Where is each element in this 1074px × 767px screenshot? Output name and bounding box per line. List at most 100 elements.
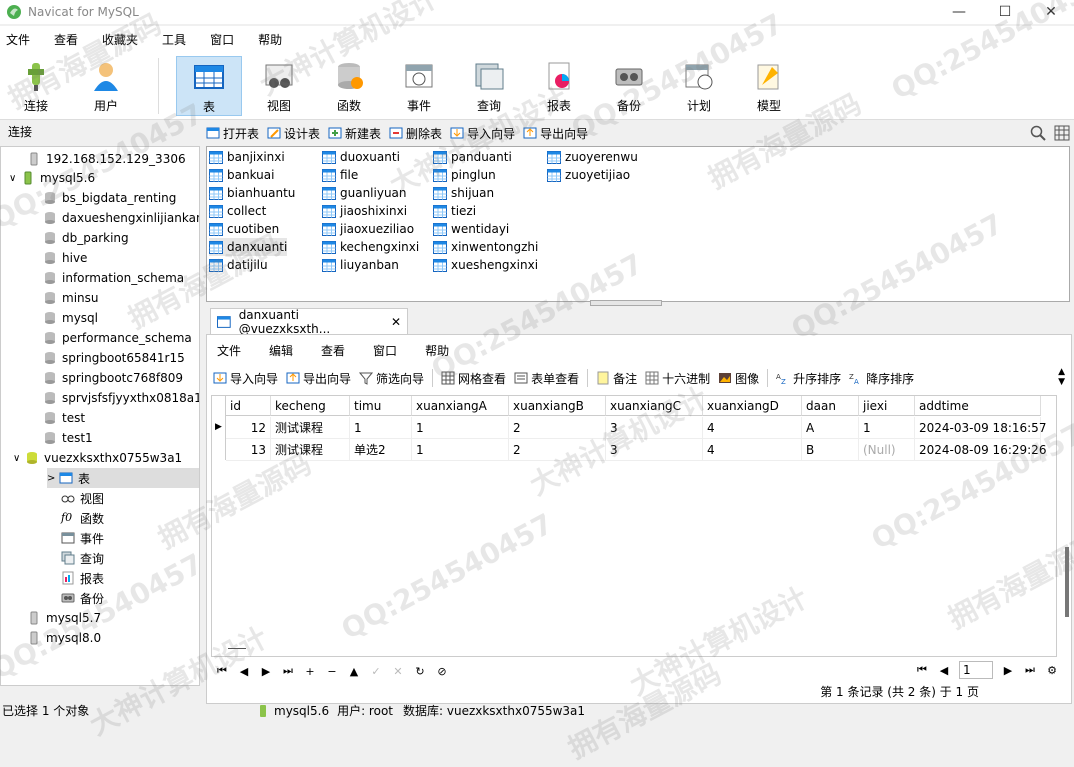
tree-database-item[interactable]: minsu <box>43 288 99 308</box>
page-settings-icon[interactable]: ⚙ <box>1041 664 1063 677</box>
tree-database-item[interactable]: mysql <box>43 308 98 328</box>
tree-host-connection[interactable]: 192.168.152.129_3306 <box>27 149 186 169</box>
table-object-item[interactable]: file <box>322 166 358 184</box>
column-header[interactable]: kecheng <box>271 396 350 416</box>
table-cell[interactable]: 2 <box>509 417 606 439</box>
table-cell[interactable]: 2024-03-09 18:16:57 <box>915 417 1046 439</box>
editor-menu-view[interactable]: 查看 <box>311 342 355 359</box>
export-wizard-button[interactable]: 导出向导 <box>523 125 588 142</box>
table-cell[interactable]: 12 <box>226 417 271 439</box>
table-cell[interactable]: 2024-08-09 16:29:26 <box>915 439 1046 461</box>
table-cell[interactable]: 4 <box>703 439 802 461</box>
tree-tables-node[interactable]: > 表 <box>47 468 199 488</box>
table-cell[interactable]: 1 <box>859 417 915 439</box>
sort-ascending-button[interactable]: A Z 升序排序 <box>776 370 841 387</box>
table-cell[interactable]: 3 <box>606 439 703 461</box>
editor-menu-file[interactable]: 文件 <box>207 342 251 359</box>
column-header[interactable]: xuanxiangB <box>509 396 606 416</box>
table-cell[interactable]: 1 <box>350 417 412 439</box>
table-cell[interactable]: 3 <box>606 417 703 439</box>
grid-vertical-scrollbar[interactable] <box>1057 395 1069 657</box>
toolbar-schedule-button[interactable]: 计划 <box>666 56 732 116</box>
apply-changes-button[interactable]: ▲ <box>343 665 365 678</box>
tree-database-item[interactable]: test <box>43 408 85 428</box>
table-object-item[interactable]: shijuan <box>433 184 494 202</box>
tree-database-item[interactable]: information_schema <box>43 268 184 288</box>
grid-view-icon[interactable] <box>1054 125 1070 141</box>
column-header[interactable]: xuanxiangA <box>412 396 509 416</box>
tree-database-item[interactable]: hive <box>43 248 87 268</box>
hex-button[interactable]: 十六进制 <box>645 370 710 387</box>
toolbar-user-button[interactable]: 用户 <box>73 56 139 116</box>
column-header[interactable]: jiexi <box>859 396 915 416</box>
tree-database-item[interactable]: daxueshengxinlijiankan <box>43 208 199 228</box>
table-object-item[interactable]: wentidayi <box>433 220 509 238</box>
table-object-item[interactable]: xueshengxinxi <box>433 256 538 274</box>
toolbar-report-button[interactable]: 报表 <box>526 56 592 116</box>
open-table-button[interactable]: 打开表 <box>206 125 259 142</box>
table-cell[interactable]: 测试课程 <box>271 417 350 439</box>
table-object-item[interactable]: datijilu <box>209 256 268 274</box>
tree-mysql57-connection[interactable]: mysql5.7 <box>27 608 101 628</box>
next-record-button[interactable]: ▶ <box>255 665 277 678</box>
tree-mysql56-connection[interactable]: ∨ mysql5.6 <box>9 168 95 188</box>
tree-mysql80-connection[interactable]: mysql8.0 <box>27 628 101 648</box>
column-header[interactable]: daan <box>802 396 859 416</box>
delete-table-button[interactable]: 删除表 <box>389 125 442 142</box>
document-tab-close-icon[interactable]: ✕ <box>391 315 401 329</box>
table-cell[interactable]: 2 <box>509 439 606 461</box>
toolbar-table-button[interactable]: 表 <box>176 56 242 116</box>
toolbar-overflow-icon[interactable]: ▲ ▼ <box>1058 367 1065 387</box>
prev-page-icon[interactable]: ◀ <box>933 664 955 677</box>
toolbar-backup-button[interactable]: 备份 <box>596 56 662 116</box>
refresh-button[interactable]: ↻ <box>409 665 431 678</box>
toolbar-connection-button[interactable]: 连接 <box>3 56 69 116</box>
close-button[interactable]: ✕ <box>1028 0 1074 24</box>
table-cell[interactable]: A <box>802 417 859 439</box>
table-object-item[interactable]: tiezi <box>433 202 476 220</box>
tree-queries-node[interactable]: 查询 <box>61 548 104 568</box>
menu-help[interactable]: 帮助 <box>246 31 294 48</box>
table-object-item[interactable]: jiaoshixinxi <box>322 202 407 220</box>
column-header[interactable]: id <box>226 396 271 416</box>
table-object-item[interactable]: duoxuanti <box>322 148 400 166</box>
tree-database-item[interactable]: springboot65841r15 <box>43 348 185 368</box>
table-cell[interactable]: (Null) <box>859 439 915 461</box>
table-object-item[interactable]: bankuai <box>209 166 274 184</box>
table-object-item[interactable]: bianhuantu <box>209 184 295 202</box>
first-page-icon[interactable]: ⏮ <box>911 663 933 677</box>
menu-tools[interactable]: 工具 <box>150 31 198 48</box>
prev-record-button[interactable]: ◀ <box>233 665 255 678</box>
delete-record-button[interactable]: − <box>321 665 343 678</box>
table-cell[interactable]: B <box>802 439 859 461</box>
tree-database-item[interactable]: sprvjsfsfjyyxthx0818a1zc <box>43 388 199 408</box>
menu-view[interactable]: 查看 <box>42 31 90 48</box>
table-object-item[interactable]: zuoyerenwu <box>547 148 638 166</box>
tree-database-item[interactable]: springbootc768f809 <box>43 368 183 388</box>
search-icon[interactable] <box>1030 125 1046 141</box>
document-tab[interactable]: danxuanti @vuezxksxth... ✕ <box>210 308 408 336</box>
editor-menu-edit[interactable]: 编辑 <box>259 342 303 359</box>
commit-button[interactable]: ✓ <box>365 665 387 678</box>
tree-database-item[interactable]: performance_schema <box>43 328 192 348</box>
tree-views-node[interactable]: 视图 <box>61 488 104 508</box>
tree-functions-node[interactable]: f0 函数 <box>61 508 104 528</box>
menu-window[interactable]: 窗口 <box>198 31 246 48</box>
export-wizard-button[interactable]: 导出向导 <box>286 370 351 387</box>
maximize-button[interactable]: ☐ <box>982 0 1028 24</box>
memo-button[interactable]: 备注 <box>596 370 637 387</box>
tree-backups-node[interactable]: 备份 <box>61 588 104 608</box>
table-object-item[interactable]: liuyanban <box>322 256 399 274</box>
table-object-item[interactable]: collect <box>209 202 266 220</box>
table-cell[interactable]: 测试课程 <box>271 439 350 461</box>
table-object-item[interactable]: zuoyetijiao <box>547 166 630 184</box>
next-page-icon[interactable]: ▶ <box>997 664 1019 677</box>
page-number-input[interactable]: 1 <box>959 661 993 679</box>
tree-database-item[interactable]: test1 <box>43 428 93 448</box>
column-header[interactable]: addtime <box>915 396 1041 416</box>
minimize-button[interactable]: — <box>936 0 982 24</box>
toolbar-model-button[interactable]: 模型 <box>736 56 802 116</box>
discard-button[interactable]: ✕ <box>387 665 409 678</box>
table-object-item[interactable]: panduanti <box>433 148 512 166</box>
table-object-item[interactable]: kechengxinxi <box>322 238 419 256</box>
